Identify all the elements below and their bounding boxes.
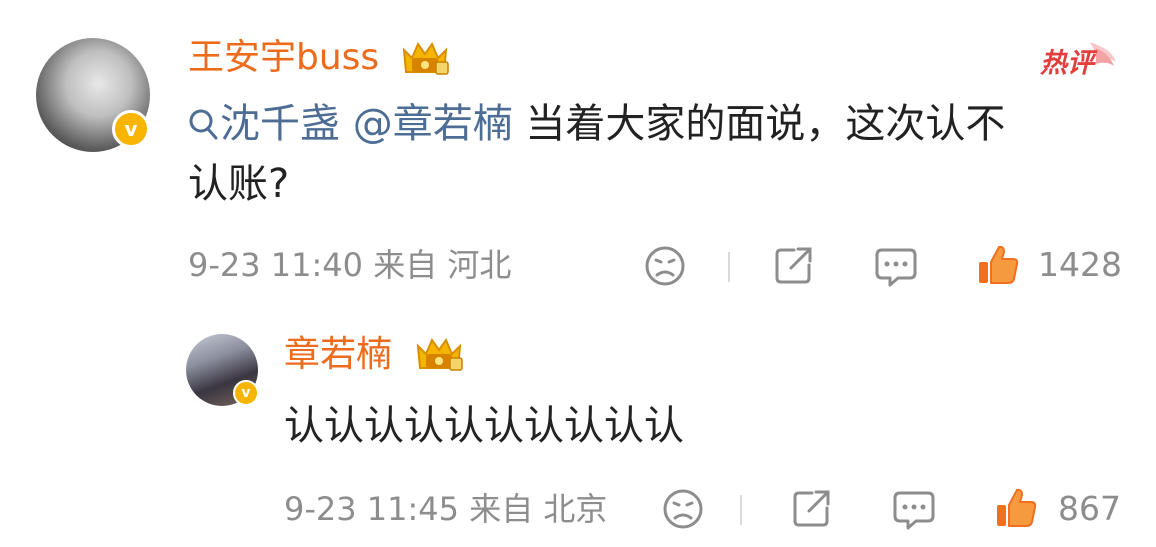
reply-username[interactable]: 章若楠 [284, 333, 392, 377]
reply-comment-bubble-icon[interactable] [892, 489, 936, 531]
comment-text-line1: 当着大家的面说，这次认不 [512, 101, 1006, 147]
reply-crown-badge-icon[interactable] [412, 332, 466, 376]
dislike-face-icon[interactable] [644, 245, 686, 287]
crown-badge-icon[interactable] [398, 36, 452, 80]
comment-text: 沈千盏 @章若楠 当着大家的面说，这次认不 认账? [188, 94, 1128, 214]
reply-share-icon[interactable] [790, 488, 832, 530]
comment-source: 来自 河北 [373, 246, 512, 284]
reply-action-divider [740, 495, 742, 525]
comment-meta: 9-23 11:40 来自 河北 [188, 245, 511, 285]
comment-text-line2: 认账? [188, 161, 290, 207]
comment-bubble-icon[interactable] [874, 246, 918, 288]
like-thumb-icon[interactable] [976, 243, 1020, 287]
reply-text: 认认认认认认认认认认 [284, 403, 684, 449]
like-count: 1428 [1038, 245, 1122, 284]
hot-badge-label: 热评 [1039, 48, 1098, 79]
reply-verified-badge-icon: v [233, 380, 259, 406]
reply-time: 9-23 11:45 [284, 490, 460, 528]
comment-username[interactable]: 王安宇buss [188, 36, 379, 80]
comment-time: 9-23 11:40 [188, 246, 364, 284]
search-topic-icon [188, 107, 218, 141]
reply-dislike-face-icon[interactable] [662, 488, 704, 530]
reply-meta: 9-23 11:45 来自 北京 [284, 489, 607, 529]
verified-badge-icon: v [112, 110, 150, 148]
reply-like-count: 867 [1058, 489, 1121, 528]
topic-link[interactable]: 沈千盏 [220, 101, 340, 147]
action-divider [728, 252, 730, 282]
reply-like-thumb-icon[interactable] [994, 486, 1038, 530]
share-icon[interactable] [772, 245, 814, 287]
mention-link[interactable]: @章若楠 [353, 101, 513, 147]
reply-source: 来自 北京 [469, 490, 608, 528]
hot-comment-badge: 热评 [1038, 40, 1118, 80]
